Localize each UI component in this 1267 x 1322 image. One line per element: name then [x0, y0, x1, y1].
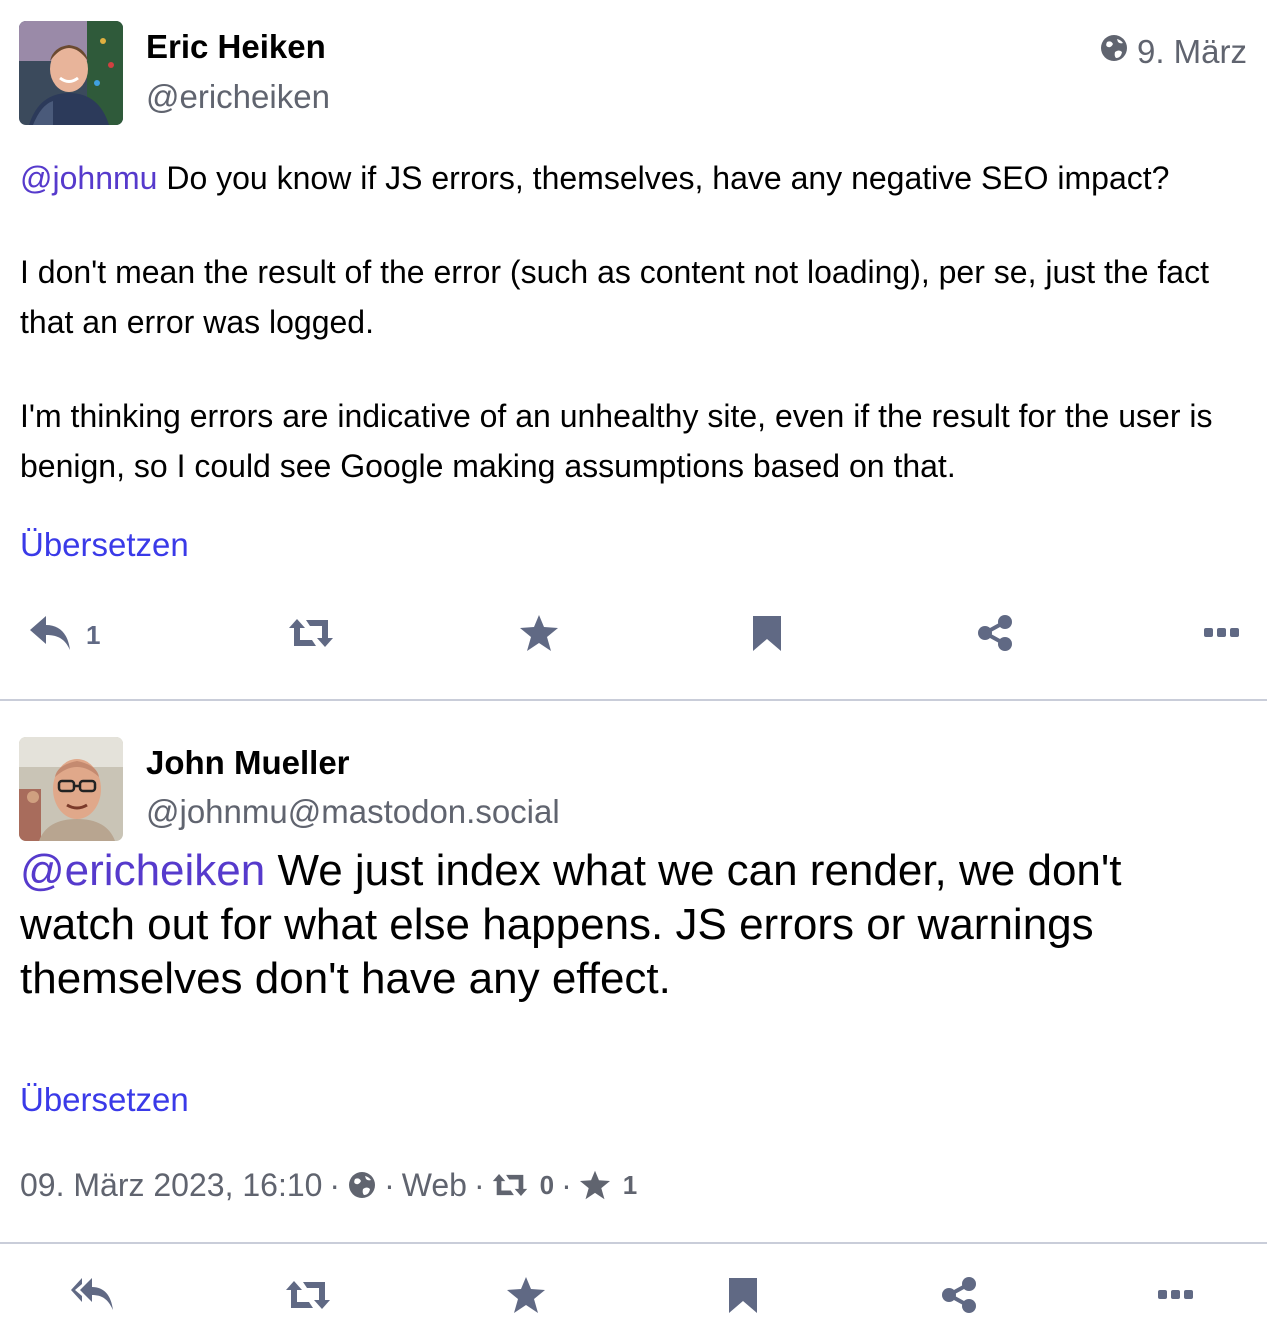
status-post-john: John Mueller @johnmu@mastodon.social @er… — [0, 701, 1267, 1244]
avatar[interactable] — [19, 737, 123, 841]
star-icon[interactable] — [579, 1170, 611, 1200]
post-content: @johnmu Do you know if JS errors, themse… — [20, 153, 1241, 535]
post-paragraph: I don't mean the result of the error (su… — [20, 254, 1209, 340]
reply-all-icon — [70, 1276, 114, 1319]
retweet-icon — [285, 1279, 331, 1316]
translate-link[interactable]: Übersetzen — [20, 1081, 189, 1119]
share-button[interactable] — [940, 1272, 978, 1322]
retweet-icon[interactable] — [492, 1172, 528, 1198]
more-button[interactable] — [1204, 610, 1240, 660]
action-bar — [0, 1272, 1267, 1322]
bookmark-icon — [751, 614, 783, 657]
globe-icon — [1099, 33, 1129, 71]
favourite-count: 1 — [622, 1169, 638, 1200]
post-paragraph: I'm thinking errors are indicative of an… — [20, 398, 1213, 484]
separator: · — [329, 1166, 341, 1203]
separator: · — [561, 1166, 572, 1203]
boost-button[interactable] — [288, 610, 334, 660]
action-bar: 1 — [0, 610, 1267, 660]
bookmark-icon — [727, 1276, 759, 1319]
separator: · — [473, 1166, 485, 1203]
boost-count: 0 — [539, 1169, 555, 1200]
author-display-name[interactable]: Eric Heiken — [146, 28, 326, 66]
post-date: 9. März — [1136, 33, 1247, 70]
star-icon — [519, 614, 559, 657]
avatar[interactable] — [19, 21, 123, 125]
author-display-name[interactable]: John Mueller — [146, 744, 350, 782]
retweet-icon — [288, 617, 334, 654]
favourite-button[interactable] — [506, 1272, 546, 1322]
mention-link[interactable]: @johnmu — [20, 160, 157, 196]
bookmark-button[interactable] — [727, 1272, 759, 1322]
globe-icon — [347, 1170, 377, 1200]
translate-link[interactable]: Übersetzen — [20, 526, 189, 564]
reply-button[interactable]: 1 — [28, 610, 100, 660]
favourite-button[interactable] — [519, 610, 559, 660]
post-timestamp[interactable]: 9. März — [1099, 33, 1247, 71]
ellipsis-icon — [1204, 626, 1240, 644]
separator: · — [384, 1166, 395, 1203]
author-handle[interactable]: @ericheiken — [146, 78, 330, 116]
post-application: Web — [401, 1166, 467, 1203]
ellipsis-icon — [1158, 1288, 1194, 1306]
post-datetime[interactable]: 09. März 2023, 16:10 — [20, 1167, 322, 1204]
boost-button[interactable] — [285, 1272, 331, 1322]
reply-count: 1 — [86, 619, 101, 650]
post-content: @ericheiken We just index what we can re… — [20, 844, 1227, 1006]
status-post-eric: Eric Heiken @ericheiken 9. März @johnmu … — [0, 0, 1267, 701]
author-handle[interactable]: @johnmu@mastodon.social — [146, 793, 560, 831]
share-icon — [976, 614, 1014, 657]
mention-link[interactable]: @ericheiken — [20, 846, 265, 895]
share-button[interactable] — [976, 610, 1014, 660]
share-icon — [940, 1276, 978, 1319]
star-icon — [506, 1276, 546, 1319]
post-meta: 09. März 2023, 16:10 · · Web · 0 · 1 — [20, 1161, 637, 1209]
post-text: Do you know if JS errors, themselves, ha… — [157, 160, 1170, 196]
reply-all-button[interactable] — [70, 1272, 114, 1322]
detail-action-bar — [0, 1244, 1267, 1313]
more-button[interactable] — [1158, 1272, 1194, 1322]
reply-icon — [28, 614, 72, 657]
bookmark-button[interactable] — [751, 610, 783, 660]
